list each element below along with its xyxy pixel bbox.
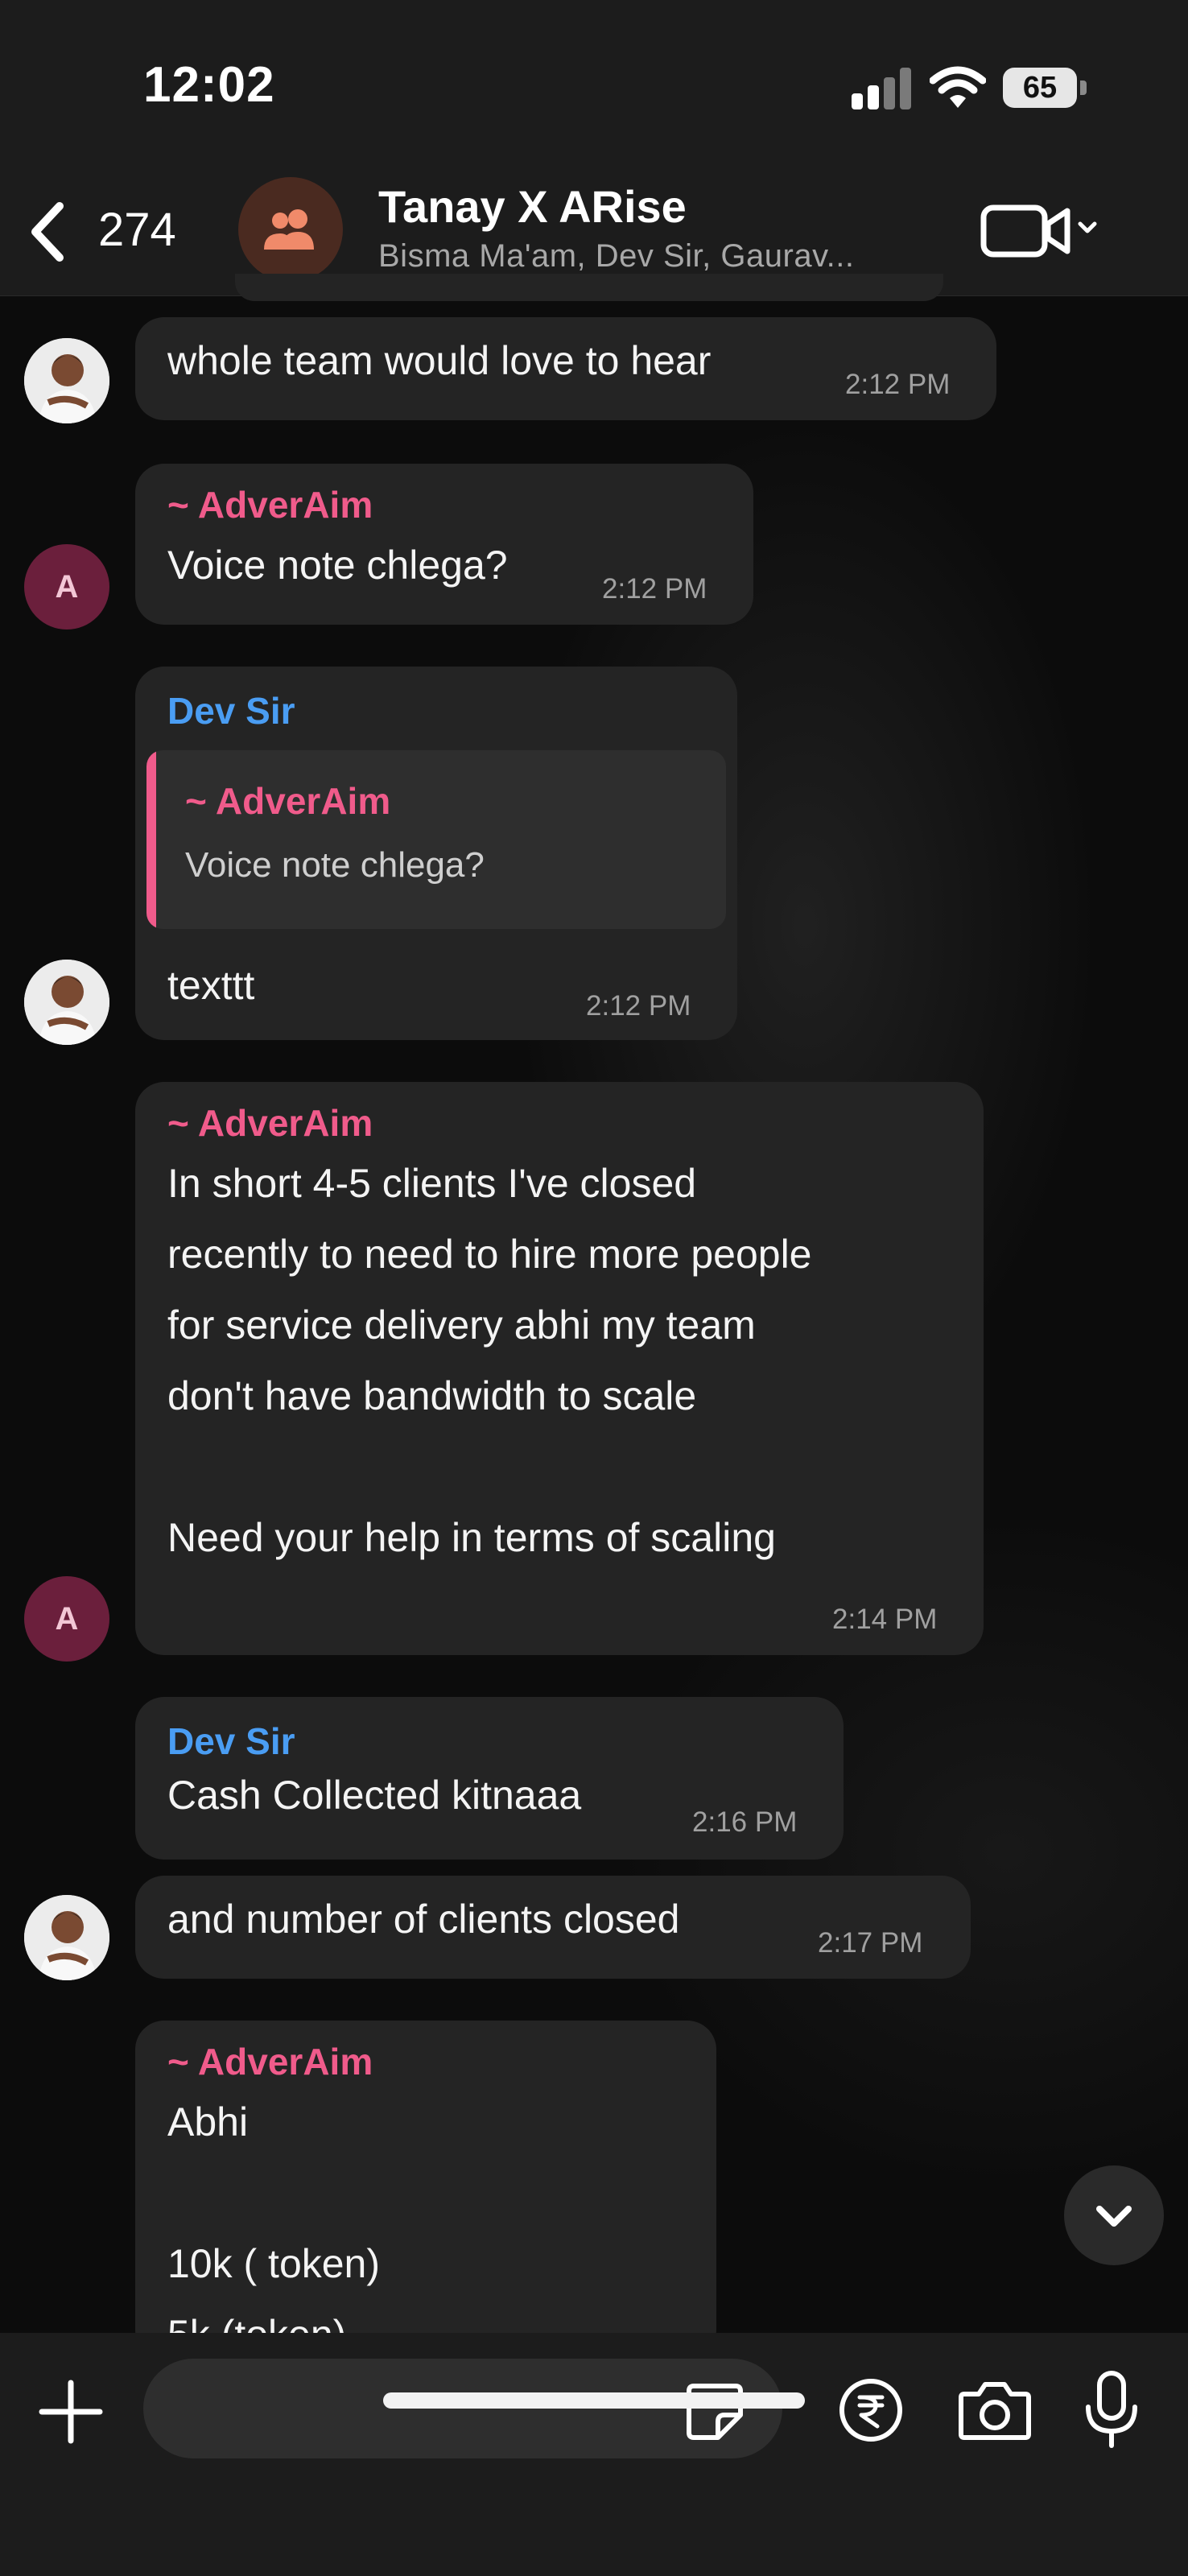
message-time: 2:12 PM — [845, 369, 951, 400]
message-text: texttt — [167, 963, 255, 1008]
battery-icon: 65 — [1003, 68, 1077, 108]
group-avatar[interactable] — [238, 177, 343, 282]
member-avatar[interactable] — [24, 960, 109, 1045]
sender-name[interactable]: Dev Sir — [167, 1719, 295, 1763]
person-photo-icon — [24, 960, 109, 1045]
signal-icon — [852, 68, 911, 109]
message-composer — [0, 2333, 1188, 2576]
member-avatar[interactable] — [24, 338, 109, 423]
status-time: 12:02 — [143, 57, 275, 113]
person-photo-icon — [24, 338, 109, 423]
message-text: Abhi 10k ( token) 5k (token) — [167, 2099, 381, 2357]
quoted-message[interactable]: ~ AdverAim Voice note chlega? — [146, 750, 726, 929]
quoted-sender: ~ AdverAim — [185, 780, 391, 822]
home-indicator — [383, 2392, 805, 2409]
message-bubble[interactable]: ~ AdverAim Abhi 10k ( token) 5k (token) — [135, 2021, 716, 2359]
message-text: Voice note chlega? — [167, 543, 508, 588]
sender-name[interactable]: Dev Sir — [167, 689, 295, 733]
message-time: 2:16 PM — [692, 1806, 798, 1838]
plus-icon[interactable] — [37, 2378, 105, 2446]
message-text: and number of clients closed — [167, 1897, 680, 1942]
group-icon — [264, 209, 314, 250]
message-time: 2:12 PM — [602, 573, 707, 605]
reply-message-bubble[interactable]: Dev Sir ~ AdverAim Voice note chlega? te… — [135, 667, 737, 1040]
battery-tip — [1080, 80, 1087, 95]
scroll-to-bottom-button[interactable] — [1064, 2165, 1164, 2265]
message-text: whole team would love to hear — [167, 338, 712, 383]
member-avatar[interactable]: A — [24, 1576, 109, 1662]
unread-count[interactable]: 274 — [98, 203, 176, 257]
member-avatar[interactable] — [24, 1895, 109, 1980]
message-bubble[interactable]: ~ AdverAim In short 4-5 clients I've clo… — [135, 1082, 984, 1655]
chat-title[interactable]: Tanay X ARise — [378, 180, 687, 233]
message-text: Cash Collected kitnaaa — [167, 1773, 582, 1818]
person-photo-icon — [24, 1895, 109, 1980]
message-bubble[interactable]: ~ AdverAim Voice note chlega? 2:12 PM — [135, 464, 753, 625]
wifi-icon — [930, 66, 986, 108]
message-bubble[interactable]: Dev Sir Cash Collected kitnaaa 2:16 PM — [135, 1697, 844, 1860]
camera-icon[interactable] — [956, 2378, 1033, 2442]
message-time: 2:14 PM — [832, 1604, 938, 1635]
previous-message-bubble — [235, 274, 943, 301]
message-bubble[interactable]: and number of clients closed 2:17 PM — [135, 1876, 971, 1979]
message-time: 2:17 PM — [818, 1927, 923, 1959]
sticker-icon[interactable] — [683, 2380, 747, 2444]
chevron-down-icon — [1096, 2206, 1132, 2227]
quoted-text: Voice note chlega? — [185, 845, 485, 885]
message-time: 2:12 PM — [586, 990, 691, 1022]
sender-name[interactable]: ~ AdverAim — [167, 483, 373, 526]
member-avatar[interactable]: A — [24, 544, 109, 630]
sender-name[interactable]: ~ AdverAim — [167, 2040, 373, 2083]
back-chevron-icon[interactable] — [24, 200, 72, 264]
video-call-icon[interactable] — [980, 198, 1101, 262]
quote-accent-bar — [146, 750, 156, 929]
microphone-icon[interactable] — [1079, 2370, 1145, 2450]
chat-participants[interactable]: Bisma Ma'am, Dev Sir, Gaurav... — [378, 238, 854, 275]
message-bubble[interactable]: whole team would love to hear 2:12 PM — [135, 317, 996, 420]
message-text: In short 4-5 clients I've closed recentl… — [167, 1161, 812, 1560]
payment-rupee-icon[interactable] — [837, 2376, 905, 2444]
status-bar: 12:02 65 — [0, 0, 1188, 161]
sender-name[interactable]: ~ AdverAim — [167, 1101, 373, 1145]
